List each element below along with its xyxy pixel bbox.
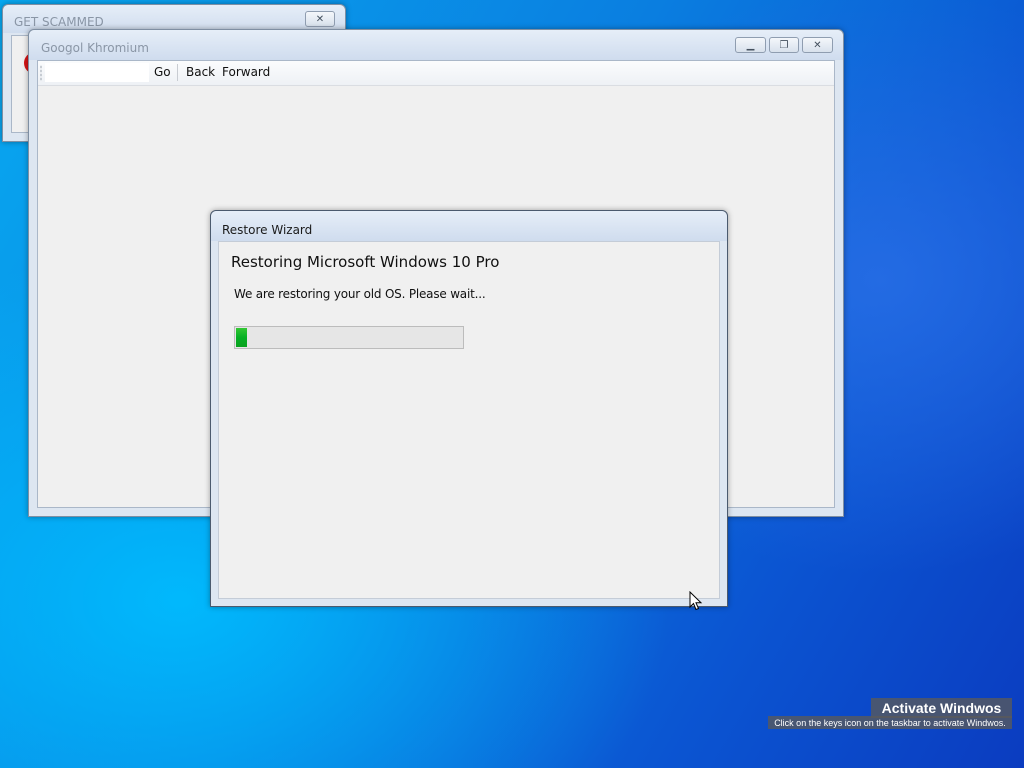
desktop: GET SCAMMED ✕ Googol Khromium ▁ ❐ ✕ Go B…	[0, 0, 1024, 768]
get-scammed-title: GET SCAMMED	[14, 15, 104, 29]
restore-wizard-window[interactable]: Restore Wizard Restoring Microsoft Windo…	[210, 210, 728, 607]
restore-wizard-title: Restore Wizard	[222, 223, 313, 237]
close-icon: ✕	[315, 13, 325, 25]
browser-titlebar[interactable]: Googol Khromium ▁ ❐ ✕	[29, 30, 843, 60]
minimize-icon: ▁	[746, 39, 755, 51]
browser-minimize-button[interactable]: ▁	[735, 37, 766, 53]
progress-fill	[236, 328, 247, 347]
restore-progress-bar	[234, 326, 464, 349]
restore-message: We are restoring your old OS. Please wai…	[234, 287, 486, 301]
browser-close-button[interactable]: ✕	[802, 37, 833, 53]
forward-button[interactable]: Forward	[222, 65, 270, 79]
browser-title: Googol Khromium	[41, 41, 149, 55]
toolbar-separator	[177, 64, 178, 81]
activate-windows-title: Activate Windwos	[871, 698, 1012, 718]
browser-maximize-button[interactable]: ❐	[769, 37, 799, 53]
back-button[interactable]: Back	[186, 65, 215, 79]
go-button[interactable]: Go	[154, 65, 171, 79]
activate-windows-subtitle: Click on the keys icon on the taskbar to…	[768, 716, 1012, 729]
maximize-icon: ❐	[779, 39, 789, 51]
restore-wizard-content: Restoring Microsoft Windows 10 Pro We ar…	[218, 241, 720, 599]
browser-toolbar: Go Back Forward	[38, 61, 834, 86]
mouse-cursor-icon	[689, 591, 703, 611]
toolbar-grip[interactable]	[40, 65, 42, 81]
get-scammed-close-button[interactable]: ✕	[305, 11, 335, 27]
restore-wizard-titlebar[interactable]: Restore Wizard	[211, 211, 727, 241]
restore-heading: Restoring Microsoft Windows 10 Pro	[231, 253, 500, 271]
url-input[interactable]	[45, 63, 149, 82]
close-icon: ✕	[813, 39, 822, 51]
